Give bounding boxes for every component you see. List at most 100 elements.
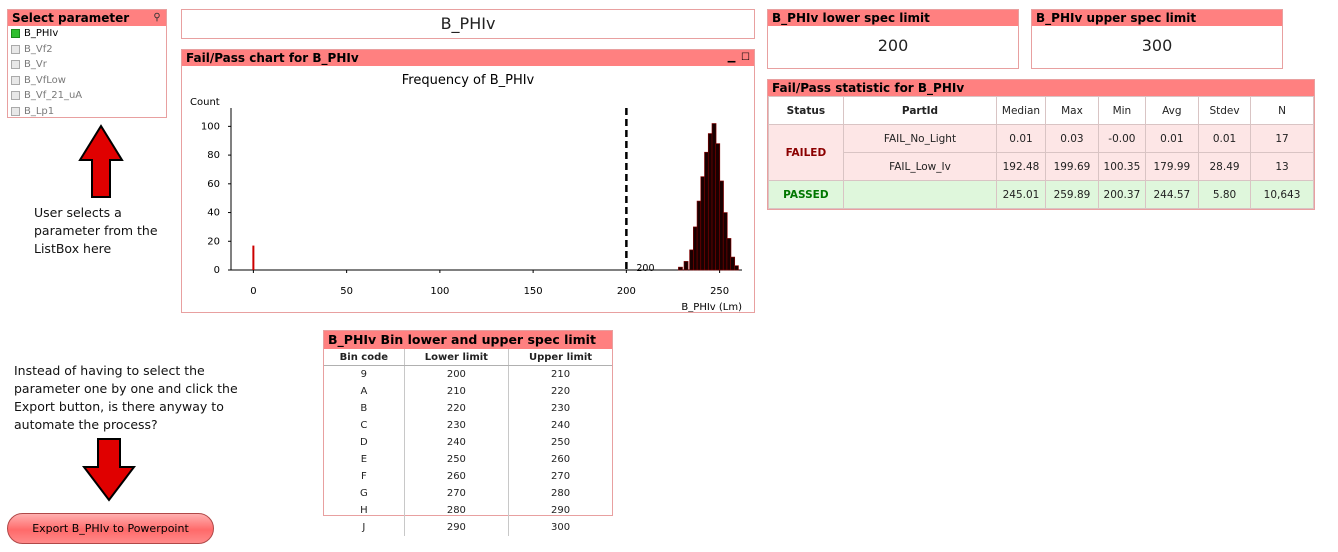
chart-title: Frequency of B_PHIv [402,73,535,88]
automate-note: Instead of having to select the paramete… [14,362,238,434]
column-header[interactable]: Max [1044,96,1100,125]
column-header[interactable]: PartId [842,96,998,125]
bin-panel: B_PHIv Bin lower and upper spec limit Bi… [323,330,613,536]
partid-cell [842,180,998,209]
statistic-panel-title: Fail/Pass statistic for B_PHIv [768,80,1314,96]
y-tick-label: 80 [207,150,220,161]
bin-cell: H [324,502,405,519]
bin-cell: 250 [550,437,571,448]
note-line: automate the process? [14,417,158,432]
value-cell: 179.99 [1144,152,1200,181]
note-line: parameter one by one and click the [14,381,238,396]
maximize-icon[interactable]: ☐ [740,52,751,63]
column-header[interactable]: Median [996,96,1046,125]
table-row: J 290 300 [324,519,612,536]
bin-table: Bin code Lower limit Upper limit 9 200 210 A 21… [324,349,612,536]
x-tick-label: 0 [250,286,256,297]
listbox-item[interactable]: B_VfLow [8,73,166,89]
table-header-row: Status PartId Median Max Min Avg Stdev N [768,96,1314,125]
unselected-indicator-icon [11,91,20,101]
note-line: Instead of having to select the [14,363,205,378]
parameter-listbox[interactable]: Select parameter ⚲ B_PHIv B_Vf2 B_Vr B_VfLo… [7,9,167,118]
bin-cell: 220 [404,400,510,417]
value-cell: 0.01 [1197,124,1252,153]
bin-cell: 240 [550,420,571,431]
status-cell: FAILED [768,124,844,181]
value-cell: 100.35 [1098,152,1146,181]
bin-panel-title: B_PHIv Bin lower and upper spec limit [324,331,612,349]
y-tick-label: 40 [207,208,220,219]
lower-spec-box: B_PHIv lower spec limit 200 [767,9,1019,69]
histogram-bar [734,265,739,271]
column-header[interactable]: Min [1098,96,1146,125]
column-header[interactable]: Stdev [1197,96,1252,125]
chart-panel-title: Fail/Pass chart for B_PHIv [186,51,359,65]
bin-cell: 270 [404,485,510,502]
value-cell: 199.69 [1044,152,1100,181]
bin-cell: 210 [404,383,510,400]
bin-cell: 290 [550,505,571,516]
listbox-item[interactable]: B_PHIv [8,26,166,42]
listbox-item[interactable]: B_Vf2 [8,42,166,58]
bin-cell: 230 [550,403,571,414]
down-arrow [81,438,137,502]
export-powerpoint-button[interactable]: Export B_PHIv to Powerpoint [7,513,214,544]
column-header[interactable]: Status [768,96,844,125]
bin-cell: 300 [550,522,571,533]
y-tick-label: 20 [207,236,220,247]
unselected-indicator-icon [11,106,20,116]
table-row: B 220 230 [324,400,612,417]
column-header[interactable]: Lower limit [404,349,510,366]
bin-cell: 250 [404,451,510,468]
statistic-panel: Fail/Pass statistic for B_PHIv Status Par… [767,79,1315,210]
bin-cell: B [324,400,405,417]
table-row: H 280 290 [324,502,612,519]
table-row: D 240 250 [324,434,612,451]
bin-cell: J [324,519,405,536]
listbox-items: B_PHIv B_Vf2 B_Vr B_VfLow B_Vf_21_uA B_Lp1 [8,26,166,119]
column-header[interactable]: Bin code [324,349,405,366]
lower-spec-title: B_PHIv lower spec limit [768,10,1018,26]
bin-cell: 230 [404,417,510,434]
table-row: FAILED FAIL_No_Light 0.01 0.03 -0.00 0.01 0.01… [768,124,1314,181]
table-row: 9 200 210 [324,365,612,383]
value-cell: 17 [1250,124,1314,153]
value-cell: 245.01 [996,180,1046,209]
bin-cell: 280 [404,502,510,519]
lower-spec-value: 200 [877,36,909,55]
listbox-title: Select parameter [12,11,130,25]
value-cell: 28.49 [1197,152,1252,181]
listbox-item[interactable]: B_Vf_21_uA [8,88,166,104]
bin-cell: 210 [550,369,571,380]
histogram-bar [252,245,255,270]
value-cell: 13 [1250,152,1314,181]
column-header[interactable]: N [1250,96,1314,125]
column-header[interactable]: Upper limit [508,349,612,366]
table-row: C 230 240 [324,417,612,434]
x-tick-label: 50 [340,286,353,297]
minimize-icon[interactable]: ▁ [726,52,737,63]
status-cell: PASSED [768,180,844,209]
unselected-indicator-icon [11,60,20,70]
unselected-indicator-icon [11,44,20,54]
bin-cell: 280 [550,488,571,499]
search-icon[interactable]: ⚲ [151,12,163,24]
note-line: Export button, is there anyway to [14,399,224,414]
x-axis-label: B_PHIv (Lm) [681,302,742,312]
value-cell: 10,643 [1250,180,1314,209]
bin-cell: 270 [550,471,571,482]
bin-cell: 290 [404,519,510,536]
listbox-item-label: B_Vf2 [24,43,53,55]
listbox-item[interactable]: B_Lp1 [8,104,166,120]
table-row: E 250 260 [324,451,612,468]
histogram-bar [678,266,683,271]
listbox-item[interactable]: B_Vr [8,57,166,73]
bin-cell: E [324,451,405,468]
value-cell: 244.57 [1144,180,1200,209]
bin-cell: D [324,434,405,451]
column-header[interactable]: Avg [1144,96,1200,125]
bin-cell: 260 [404,468,510,485]
x-tick-label: 100 [430,286,449,297]
table-header-row: Bin code Lower limit Upper limit [324,349,612,366]
listbox-note: User selects a parameter from the ListBo… [34,204,158,258]
